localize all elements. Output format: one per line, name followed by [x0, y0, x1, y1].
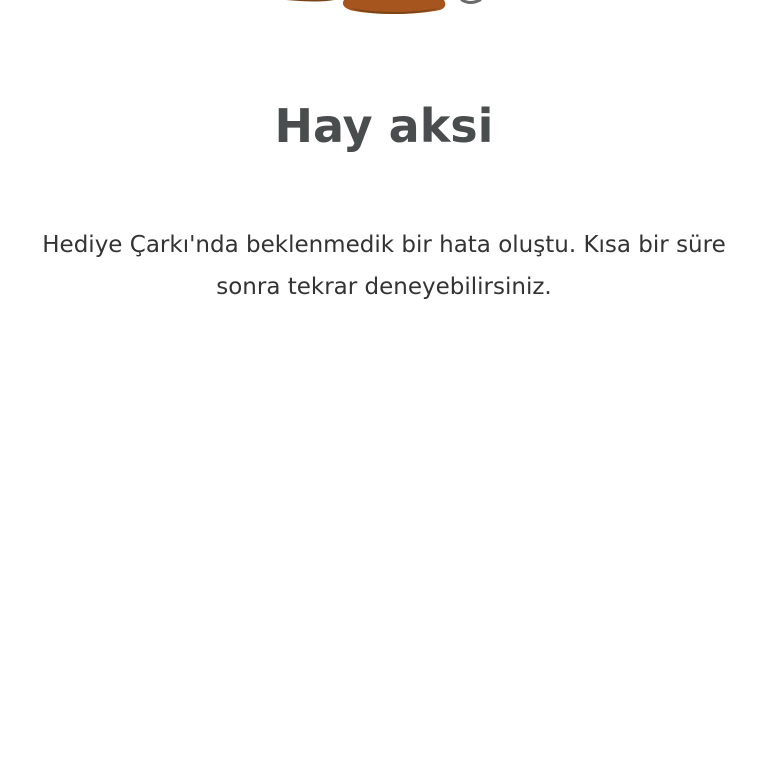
illustration-base: [342, 0, 446, 14]
illustration-edge: [460, 0, 482, 4]
error-message: Hediye Çarkı'nda beklenmedik bir hata ol…: [42, 232, 726, 300]
illustration-shadow: [286, 0, 334, 2]
page-title: Hay aksi: [274, 99, 494, 153]
error-illustration: [286, 0, 482, 14]
